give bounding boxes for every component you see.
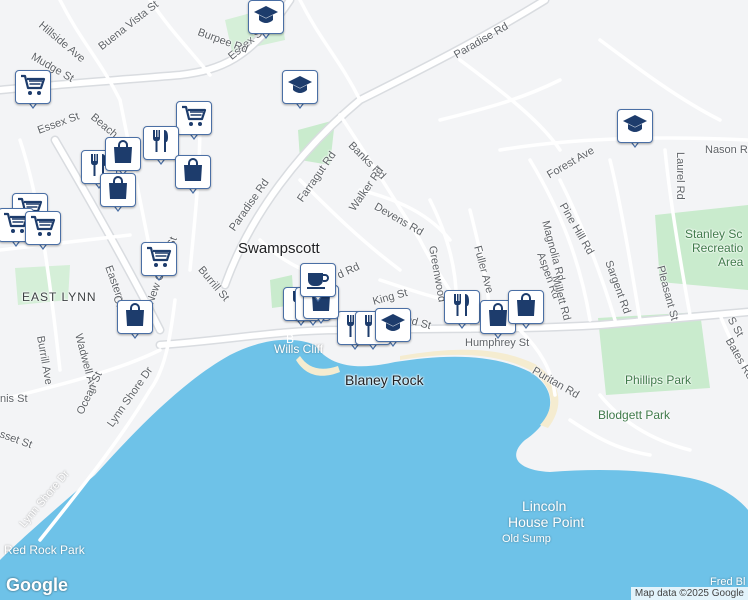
- shopping-pin[interactable]: [508, 290, 544, 330]
- restaurant-pin[interactable]: [444, 290, 480, 330]
- cafe-icon: [305, 266, 331, 295]
- pin-marker: [282, 70, 318, 104]
- school-icon: [253, 3, 279, 32]
- place-label-east-lynn: EAST LYNN: [22, 290, 97, 304]
- place-label-blaney-rock: Blaney Rock: [345, 372, 424, 388]
- grocery-pin[interactable]: [176, 101, 212, 141]
- park-label-red-rock: Red Rock Park: [4, 543, 85, 557]
- shopping-pin[interactable]: [100, 173, 136, 213]
- school-icon: [380, 311, 406, 340]
- pin-marker: [617, 109, 653, 143]
- park-label-phillips: Phillips Park: [625, 373, 692, 387]
- shopping-icon: [111, 139, 135, 170]
- park-label-stanley-1: Stanley Sc: [685, 227, 743, 241]
- grocery-icon: [30, 214, 56, 243]
- pin-marker: [117, 300, 153, 334]
- school-pin[interactable]: [248, 0, 284, 40]
- grocery-pin[interactable]: [141, 242, 177, 282]
- place-label-old-sump: Old Sump: [502, 533, 551, 545]
- google-logo: Google: [6, 575, 68, 595]
- place-label-house-point: House Point: [508, 514, 585, 530]
- pin-marker: [105, 137, 141, 171]
- school-pin[interactable]: [617, 109, 653, 149]
- grocery-pin[interactable]: [15, 70, 51, 110]
- grocery-icon: [20, 73, 46, 102]
- place-label-wills-cliff: Wills Cliff: [274, 342, 324, 356]
- pin-marker: [508, 290, 544, 324]
- school-pin[interactable]: [375, 308, 411, 348]
- shopping-icon: [181, 157, 205, 188]
- grocery-icon: [146, 245, 172, 274]
- shopping-icon: [106, 175, 130, 206]
- pin-marker: [175, 155, 211, 189]
- restaurant-icon: [149, 128, 173, 159]
- street-label-nason: Nason R: [705, 144, 748, 156]
- park-label-stanley-3: Area: [718, 255, 744, 269]
- shopping-pin[interactable]: [175, 155, 211, 195]
- pin-marker: [143, 126, 179, 160]
- pin-marker: [176, 101, 212, 135]
- street-label-nis-st: nis St: [0, 393, 28, 405]
- school-icon: [287, 73, 313, 102]
- shopping-pin[interactable]: [105, 137, 141, 177]
- park-label-blodgett: Blodgett Park: [598, 408, 671, 422]
- restaurant-pin[interactable]: [143, 126, 179, 166]
- cafe-pin[interactable]: [300, 263, 336, 303]
- place-label-lincoln: Lincoln: [522, 498, 567, 514]
- grocery-pin[interactable]: [25, 211, 61, 251]
- shopping-pin[interactable]: [117, 300, 153, 340]
- place-label-swampscott: Swampscott: [238, 240, 320, 257]
- pin-marker: [248, 0, 284, 34]
- pin-marker: [141, 242, 177, 276]
- shopping-icon: [123, 302, 147, 333]
- pin-marker: [444, 290, 480, 324]
- street-label-laurel: Laurel Rd: [674, 152, 686, 200]
- pin-marker: [15, 70, 51, 104]
- grocery-icon: [181, 104, 207, 133]
- school-icon: [622, 112, 648, 141]
- map-attribution[interactable]: Map data ©2025 Google: [630, 587, 748, 600]
- restaurant-icon: [450, 292, 474, 323]
- shopping-icon: [514, 292, 538, 323]
- shopping-icon: [486, 302, 510, 333]
- pin-marker: [300, 263, 336, 297]
- pin-marker: [375, 308, 411, 342]
- park-label-stanley-2: Recreatio: [692, 241, 744, 255]
- pin-marker: [100, 173, 136, 207]
- pin-marker: [25, 211, 61, 245]
- school-pin[interactable]: [282, 70, 318, 110]
